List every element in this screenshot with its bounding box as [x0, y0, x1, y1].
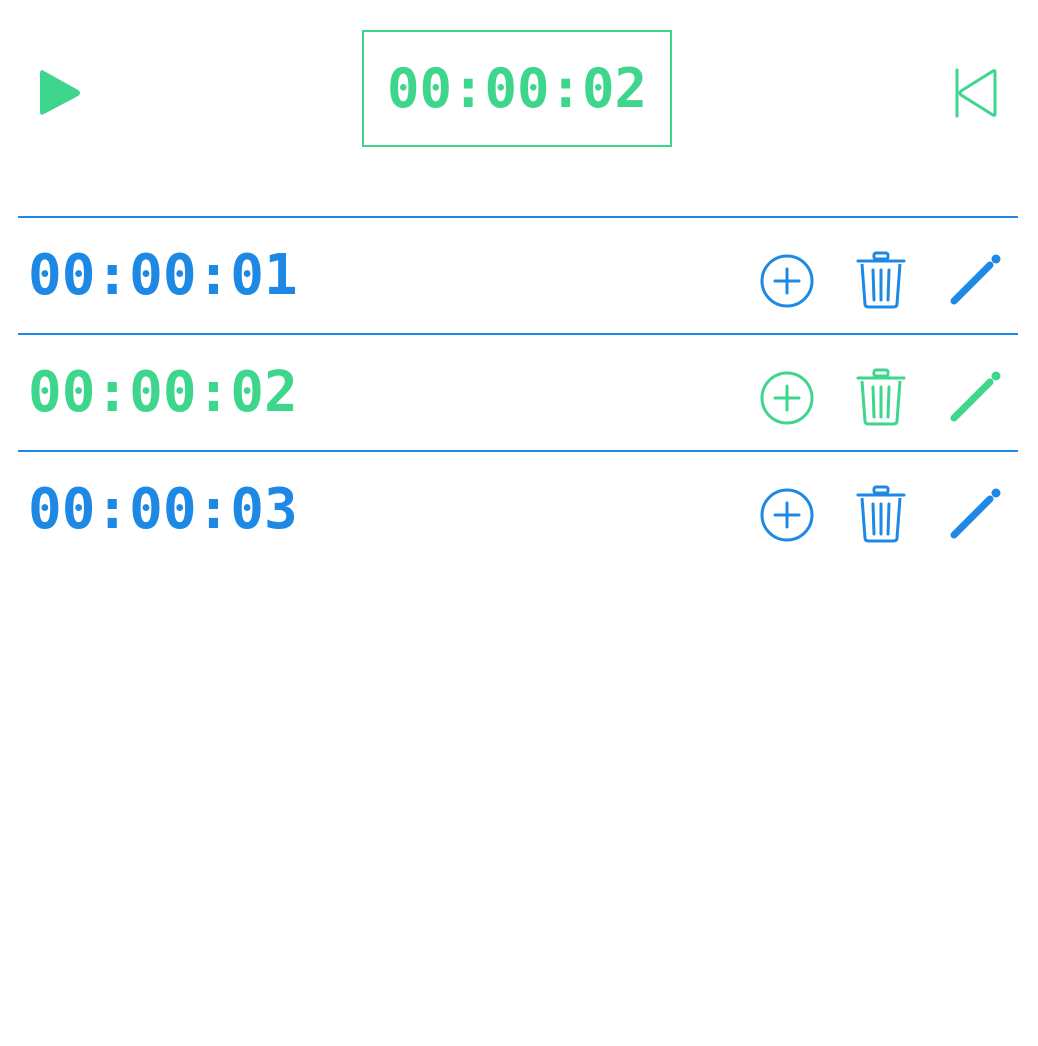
interval-list: 00:00:01 00:00:02 00:00:03: [18, 216, 1018, 567]
interval-row-active: 00:00:02: [18, 333, 1018, 450]
interval-row: 00:00:01: [18, 216, 1018, 333]
add-circle-icon[interactable]: [758, 369, 816, 427]
trash-icon[interactable]: [854, 250, 908, 310]
pencil-icon[interactable]: [946, 485, 1004, 543]
interval-time: 00:00:03: [28, 477, 298, 542]
pencil-icon[interactable]: [946, 368, 1004, 426]
interval-time: 00:00:02: [28, 360, 298, 425]
current-timer-display: 00:00:02: [362, 30, 672, 147]
trash-icon[interactable]: [854, 367, 908, 427]
add-circle-icon[interactable]: [758, 486, 816, 544]
pencil-icon[interactable]: [946, 251, 1004, 309]
play-icon: [40, 70, 80, 115]
skip-to-start-icon: [955, 68, 997, 118]
play-button[interactable]: [36, 66, 84, 120]
interval-row: 00:00:03: [18, 450, 1018, 567]
reset-button[interactable]: [950, 66, 1002, 120]
trash-icon[interactable]: [854, 484, 908, 544]
add-circle-icon[interactable]: [758, 252, 816, 310]
current-time: 00:00:02: [386, 57, 648, 120]
interval-time: 00:00:01: [28, 243, 298, 308]
